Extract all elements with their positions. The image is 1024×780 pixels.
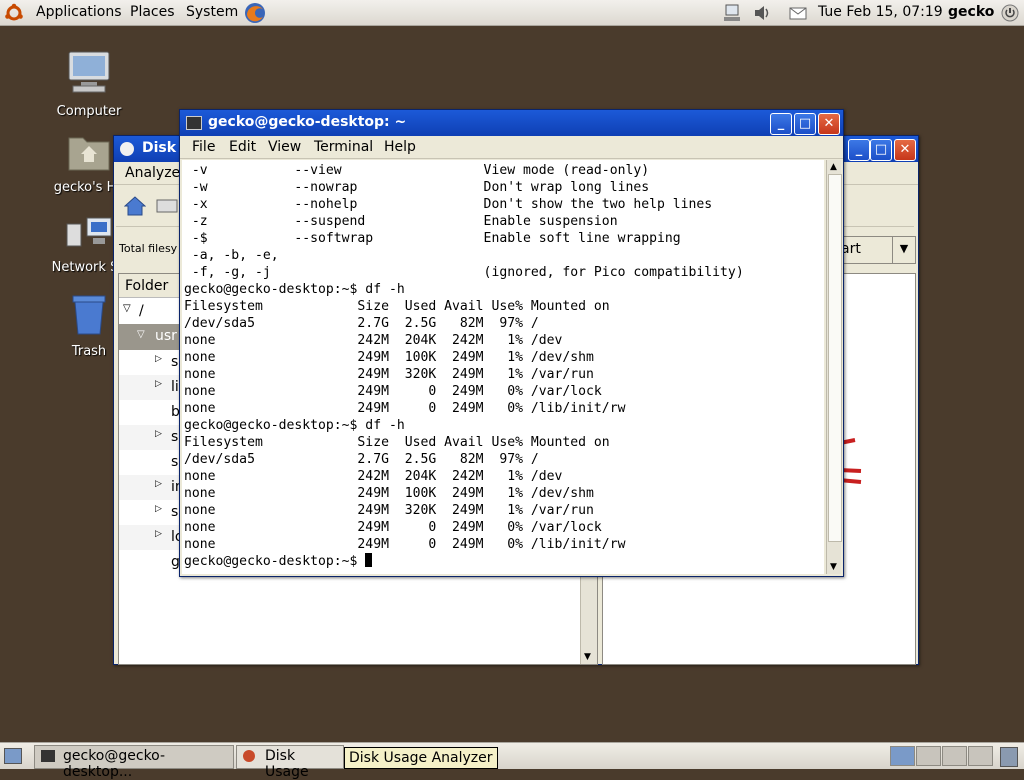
disk-usage-title: Disk: [142, 140, 177, 156]
home-icon[interactable]: [123, 196, 147, 220]
workspace-2[interactable]: [916, 746, 941, 766]
maximize-button[interactable]: □: [794, 113, 816, 135]
disk-usage-app-icon: [120, 142, 134, 156]
total-filesystem-label: Total filesy: [119, 242, 178, 255]
expander-icon[interactable]: ▷: [155, 379, 162, 389]
tree-label: /: [139, 303, 144, 319]
desktop-icon-label: Computer: [56, 104, 122, 119]
menu-file[interactable]: File: [192, 139, 215, 155]
terminal-scrollbar[interactable]: ▲ ▼: [826, 160, 842, 574]
terminal-cursor: [365, 553, 373, 567]
menu-edit[interactable]: Edit: [229, 139, 256, 155]
bottom-panel: gecko@gecko-desktop... Disk Usage Disk U…: [0, 742, 1024, 780]
show-desktop-icon[interactable]: [4, 748, 22, 764]
menu-help[interactable]: Help: [384, 139, 416, 155]
expander-icon[interactable]: ▷: [155, 354, 162, 364]
tree-label: s: [171, 429, 179, 445]
close-button[interactable]: ✕: [818, 113, 840, 135]
terminal-task-icon: [41, 750, 55, 762]
chevron-down-icon: ▼: [892, 237, 915, 263]
task-disk-usage[interactable]: Disk Usage: [236, 745, 344, 780]
close-button[interactable]: ✕: [894, 139, 916, 161]
clock[interactable]: Tue Feb 15, 07:19: [818, 4, 943, 20]
expander-icon[interactable]: ▷: [155, 504, 162, 514]
expander-icon[interactable]: ▷: [155, 529, 162, 539]
trash-applet-icon[interactable]: [1000, 747, 1018, 767]
minimize-button[interactable]: _: [848, 139, 870, 161]
desktop-icon-label: Trash: [71, 344, 107, 359]
mail-icon[interactable]: [788, 3, 808, 23]
applications-menu[interactable]: Applications: [36, 4, 122, 20]
disk-usage-task-icon: [243, 750, 255, 762]
user-name[interactable]: gecko: [948, 4, 994, 20]
tree-label: usr: [155, 328, 177, 344]
maximize-button[interactable]: □: [870, 139, 892, 161]
power-icon[interactable]: [1000, 3, 1020, 23]
tree-label: s: [171, 454, 179, 470]
drive-icon[interactable]: [156, 199, 178, 217]
firefox-icon[interactable]: [243, 1, 265, 23]
top-panel: Applications Places System Tue Feb 15, 0…: [0, 0, 1024, 26]
terminal-window: gecko@gecko-desktop: ~ _ □ ✕ File Edit V…: [179, 109, 844, 577]
tree-label: s: [171, 354, 179, 370]
desktop-icon-computer[interactable]: Computer: [34, 48, 144, 119]
terminal-text: -v --view View mode (read-only) -w --now…: [184, 163, 744, 569]
system-menu[interactable]: System: [186, 4, 238, 20]
tooltip: Disk Usage Analyzer: [344, 747, 498, 769]
expander-icon[interactable]: ▷: [155, 429, 162, 439]
menu-analyzer[interactable]: Analyze: [125, 165, 180, 181]
workspace-1[interactable]: [890, 746, 915, 766]
terminal-output[interactable]: -v --view View mode (read-only) -w --now…: [182, 160, 824, 574]
network-icon[interactable]: [722, 3, 742, 23]
task-terminal[interactable]: gecko@gecko-desktop...: [34, 745, 234, 780]
scroll-down-icon[interactable]: ▼: [584, 652, 591, 662]
tree-label: s: [171, 504, 179, 520]
terminal-app-icon: [186, 116, 202, 130]
task-label: gecko@gecko-desktop...: [63, 748, 166, 780]
scroll-up-icon[interactable]: ▲: [830, 162, 837, 172]
scroll-down-icon[interactable]: ▼: [830, 562, 837, 572]
tree-label: li: [171, 379, 179, 395]
minimize-button[interactable]: _: [770, 113, 792, 135]
expander-icon[interactable]: ▽: [123, 303, 131, 314]
scroll-thumb[interactable]: [828, 174, 842, 542]
terminal-title: gecko@gecko-desktop: ~: [208, 114, 407, 130]
computer-icon: [34, 48, 144, 100]
terminal-menubar: File Edit View Terminal Help: [180, 136, 843, 159]
workspace-4[interactable]: [968, 746, 993, 766]
terminal-titlebar[interactable]: gecko@gecko-desktop: ~ _ □ ✕: [180, 110, 843, 136]
ubuntu-logo-icon[interactable]: [4, 3, 24, 23]
volume-icon[interactable]: [752, 3, 772, 23]
menu-terminal[interactable]: Terminal: [314, 139, 373, 155]
places-menu[interactable]: Places: [130, 4, 175, 20]
tooltip-text: Disk Usage Analyzer: [349, 750, 493, 766]
workspace-3[interactable]: [942, 746, 967, 766]
expander-icon[interactable]: ▷: [155, 479, 162, 489]
menu-view[interactable]: View: [268, 139, 301, 155]
task-label: Disk Usage: [265, 748, 309, 780]
expander-icon[interactable]: ▽: [137, 329, 145, 340]
